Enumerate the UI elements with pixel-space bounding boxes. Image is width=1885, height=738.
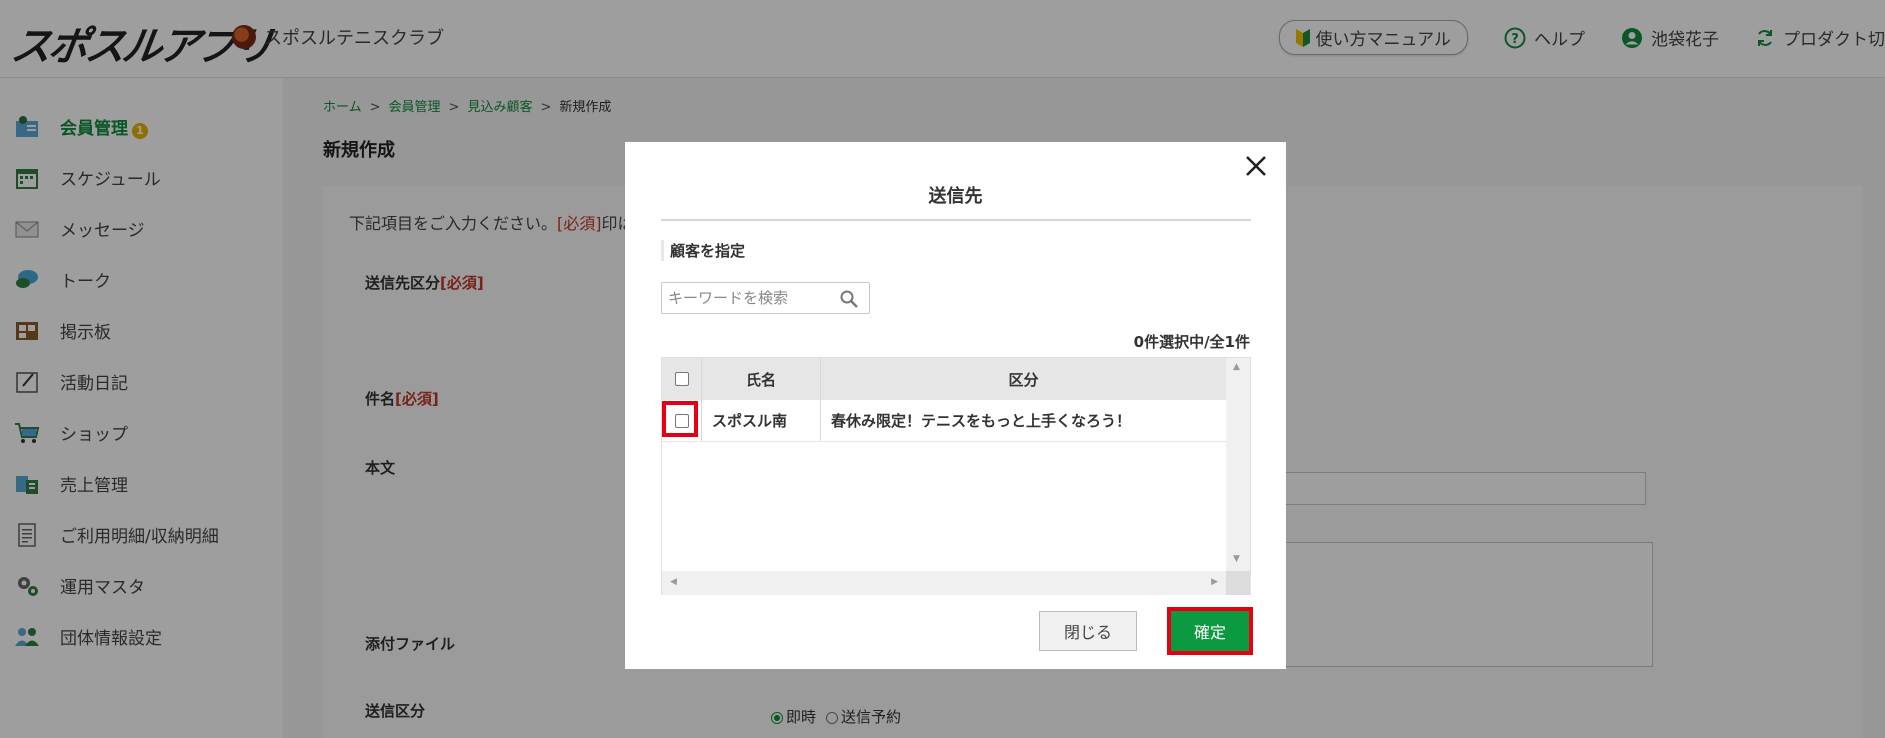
close-icon[interactable] xyxy=(1240,150,1272,182)
scroll-corner xyxy=(1226,571,1250,595)
scroll-right-icon[interactable]: ▶ xyxy=(1211,577,1218,587)
table-header: 氏名 区分 xyxy=(662,358,1226,400)
customer-table: 氏名 区分 スポスル南 春休み限定！テニスをもっと上手くなろう！ ▲ ▼ ◀ ▶ xyxy=(661,357,1251,595)
row-category: 春休み限定！テニスをもっと上手くなろう！ xyxy=(831,412,1132,430)
section-label: 顧客を指定 xyxy=(661,240,745,261)
horizontal-scrollbar[interactable]: ◀ ▶ xyxy=(662,571,1226,595)
recipient-modal: 送信先 顧客を指定 0件選択中/全1件 氏名 区分 スポスル南 春休み限定！テニ… xyxy=(625,142,1286,669)
vertical-scrollbar[interactable]: ▲ ▼ xyxy=(1226,358,1250,571)
search-box xyxy=(661,282,870,314)
scroll-down-icon[interactable]: ▼ xyxy=(1233,554,1240,564)
modal-divider xyxy=(661,219,1251,221)
close-button[interactable]: 閉じる xyxy=(1039,611,1137,651)
confirm-button[interactable]: 確定 xyxy=(1171,611,1249,651)
scroll-up-icon[interactable]: ▲ xyxy=(1233,362,1240,372)
search-input[interactable] xyxy=(662,284,832,312)
column-category: 区分 xyxy=(1008,370,1039,389)
table-row[interactable]: スポスル南 春休み限定！テニスをもっと上手くなろう！ xyxy=(662,400,1226,442)
scroll-left-icon[interactable]: ◀ xyxy=(670,577,677,587)
row-name: スポスル南 xyxy=(702,400,821,441)
search-icon[interactable] xyxy=(839,289,859,313)
select-all-checkbox[interactable] xyxy=(674,372,689,386)
column-name: 氏名 xyxy=(702,358,821,400)
selection-count: 0件選択中/全1件 xyxy=(1133,333,1250,351)
highlight-row-checkbox xyxy=(662,401,698,437)
modal-title: 送信先 xyxy=(928,186,983,207)
